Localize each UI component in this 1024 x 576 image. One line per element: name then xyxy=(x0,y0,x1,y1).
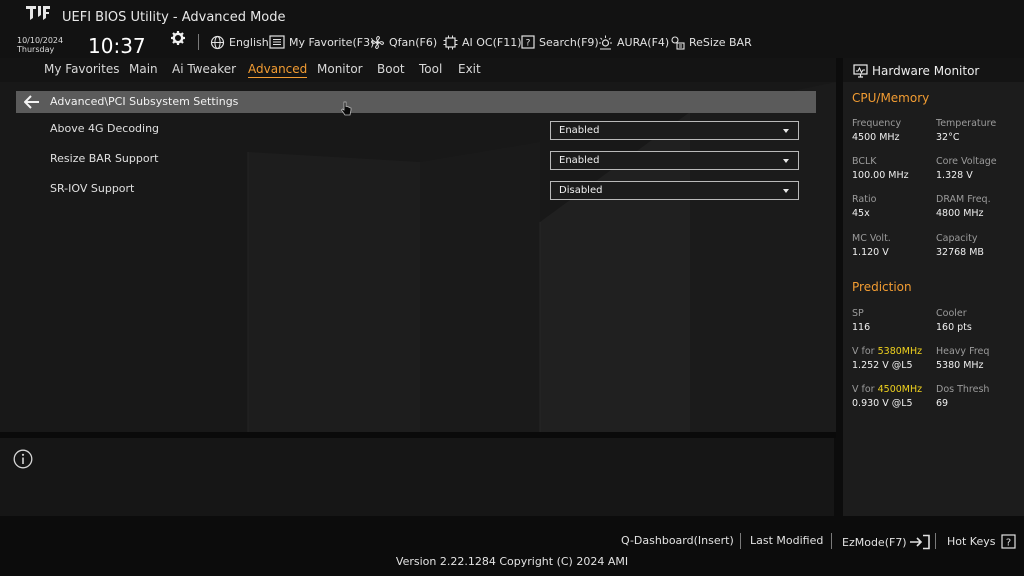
day-text: Thursday xyxy=(17,45,55,54)
menu-boot[interactable]: Boot xyxy=(377,62,405,76)
hardware-monitor-title: Hardware Monitor xyxy=(872,64,980,78)
menu-ai-tweaker[interactable]: Ai Tweaker xyxy=(172,62,236,76)
qfan-button[interactable]: Qfan(F6) xyxy=(370,33,437,51)
gear-icon[interactable] xyxy=(170,30,186,46)
ezmode-button[interactable]: EzMode(F7) xyxy=(842,534,931,550)
svg-text:?: ? xyxy=(526,39,531,49)
hardware-monitor-panel: Hardware Monitor CPU/Memory Frequency 45… xyxy=(843,58,1024,516)
select-value: Disabled xyxy=(559,185,603,196)
hand-cursor-icon xyxy=(340,101,352,116)
search-help-icon: ? xyxy=(521,35,535,49)
select-value: Enabled xyxy=(559,155,600,166)
app-title: UEFI BIOS Utility - Advanced Mode xyxy=(62,10,286,25)
chevron-down-icon xyxy=(783,159,789,163)
hw-cooler: Cooler 160 pts xyxy=(936,308,972,333)
globe-icon xyxy=(210,35,225,49)
hw-mc-volt: MC Volt. 1.120 V xyxy=(852,233,891,258)
search-button[interactable]: ? Search(F9) xyxy=(521,33,599,51)
menu-bar: My Favorites Main Ai Tweaker Advanced Mo… xyxy=(0,58,836,82)
menu-main[interactable]: Main xyxy=(129,62,158,76)
resize-bar-icon xyxy=(671,35,685,50)
aura-light-icon xyxy=(599,35,612,49)
setting-label-above-4g: Above 4G Decoding xyxy=(50,122,160,135)
ai-chip-icon xyxy=(443,35,458,49)
ai-oc-button[interactable]: AI OC(F11) xyxy=(443,33,522,51)
hw-dram-freq: DRAM Freq. 4800 MHz xyxy=(936,194,991,219)
ai-oc-label: AI OC(F11) xyxy=(462,35,522,49)
footer-divider xyxy=(935,533,936,549)
aura-label: AURA(F4) xyxy=(617,35,670,49)
qfan-label: Qfan(F6) xyxy=(389,35,438,49)
favorite-list-icon xyxy=(269,35,285,49)
select-value: Enabled xyxy=(559,125,600,136)
resize-bar-label: ReSize BAR xyxy=(689,35,752,49)
hot-keys-button[interactable]: Hot Keys ? xyxy=(947,534,1016,549)
menu-exit[interactable]: Exit xyxy=(458,62,481,76)
footer-divider xyxy=(740,533,741,549)
above-4g-decoding-select[interactable]: Enabled xyxy=(550,121,799,140)
my-favorite-button[interactable]: My Favorite(F3) xyxy=(269,33,374,51)
hw-ratio: Ratio 45x xyxy=(852,194,877,219)
resize-bar-support-select[interactable]: Enabled xyxy=(550,151,799,170)
chevron-down-icon xyxy=(783,129,789,133)
breadcrumb: Advanced\PCI Subsystem Settings xyxy=(50,95,239,108)
hot-keys-label: Hot Keys xyxy=(947,535,996,548)
tuf-logo-icon xyxy=(26,6,50,20)
hw-bclk: BCLK 100.00 MHz xyxy=(852,156,909,181)
hw-temperature: Temperature 32°C xyxy=(936,118,997,143)
hw-v-for-2: V for 4500MHz 0.930 V @L5 xyxy=(852,384,923,409)
hw-heavy-freq: Heavy Freq 5380 MHz xyxy=(936,346,990,371)
version-text: Version 2.22.1284 Copyright (C) 2024 AMI xyxy=(395,555,629,568)
hw-v-for-1: V for 5380MHz 1.252 V @L5 xyxy=(852,346,923,371)
q-dashboard-button[interactable]: Q-Dashboard(Insert) xyxy=(621,534,734,547)
language-button[interactable]: English xyxy=(210,33,269,51)
search-label: Search(F9) xyxy=(539,35,599,49)
settings-panel: Advanced\PCI Subsystem Settings Above 4G… xyxy=(0,82,836,434)
fan-icon xyxy=(371,35,384,49)
hw-dos-thresh: Dos Thresh 69 xyxy=(936,384,990,409)
svg-text:?: ? xyxy=(1005,538,1010,549)
exit-arrow-icon xyxy=(909,534,930,550)
my-favorite-label: My Favorite(F3) xyxy=(289,35,375,49)
hw-sp: SP 116 xyxy=(852,308,871,333)
hardware-monitor-header: Hardware Monitor xyxy=(843,58,1024,82)
footer-bar: Q-Dashboard(Insert) Last Modified EzMode… xyxy=(0,516,1024,576)
hw-core-voltage: Core Voltage 1.328 V xyxy=(936,156,997,181)
info-icon xyxy=(13,449,33,469)
cpu-memory-heading: CPU/Memory xyxy=(852,91,930,105)
menu-tool[interactable]: Tool xyxy=(419,62,442,76)
monitor-icon xyxy=(853,64,868,78)
prediction-heading: Prediction xyxy=(852,280,912,294)
aura-button[interactable]: AURA(F4) xyxy=(598,33,669,51)
clock-time: 10:37 xyxy=(88,34,146,58)
resize-bar-button[interactable]: ReSize BAR xyxy=(670,33,752,51)
header-divider xyxy=(198,34,199,50)
menu-advanced[interactable]: Advanced xyxy=(248,62,308,78)
breadcrumb-bar: Advanced\PCI Subsystem Settings xyxy=(16,91,816,113)
help-panel xyxy=(0,438,834,516)
hw-frequency: Frequency 4500 MHz xyxy=(852,118,902,143)
hw-capacity: Capacity 32768 MB xyxy=(936,233,984,258)
setting-label-sr-iov: SR-IOV Support xyxy=(50,182,135,195)
language-label: English xyxy=(229,35,269,49)
back-arrow-icon[interactable] xyxy=(24,95,40,109)
menu-my-favorites[interactable]: My Favorites xyxy=(44,62,119,76)
menu-monitor[interactable]: Monitor xyxy=(317,62,363,76)
help-icon: ? xyxy=(1000,534,1016,549)
date-text: 10/10/2024 xyxy=(17,36,64,45)
last-modified-button[interactable]: Last Modified xyxy=(750,534,823,547)
footer-divider xyxy=(831,533,832,549)
header-bar: UEFI BIOS Utility - Advanced Mode 10/10/… xyxy=(0,0,1024,58)
setting-label-resize-bar: Resize BAR Support xyxy=(50,152,159,165)
chevron-down-icon xyxy=(783,189,789,193)
ezmode-label: EzMode(F7) xyxy=(842,535,907,549)
sr-iov-support-select[interactable]: Disabled xyxy=(550,181,799,200)
